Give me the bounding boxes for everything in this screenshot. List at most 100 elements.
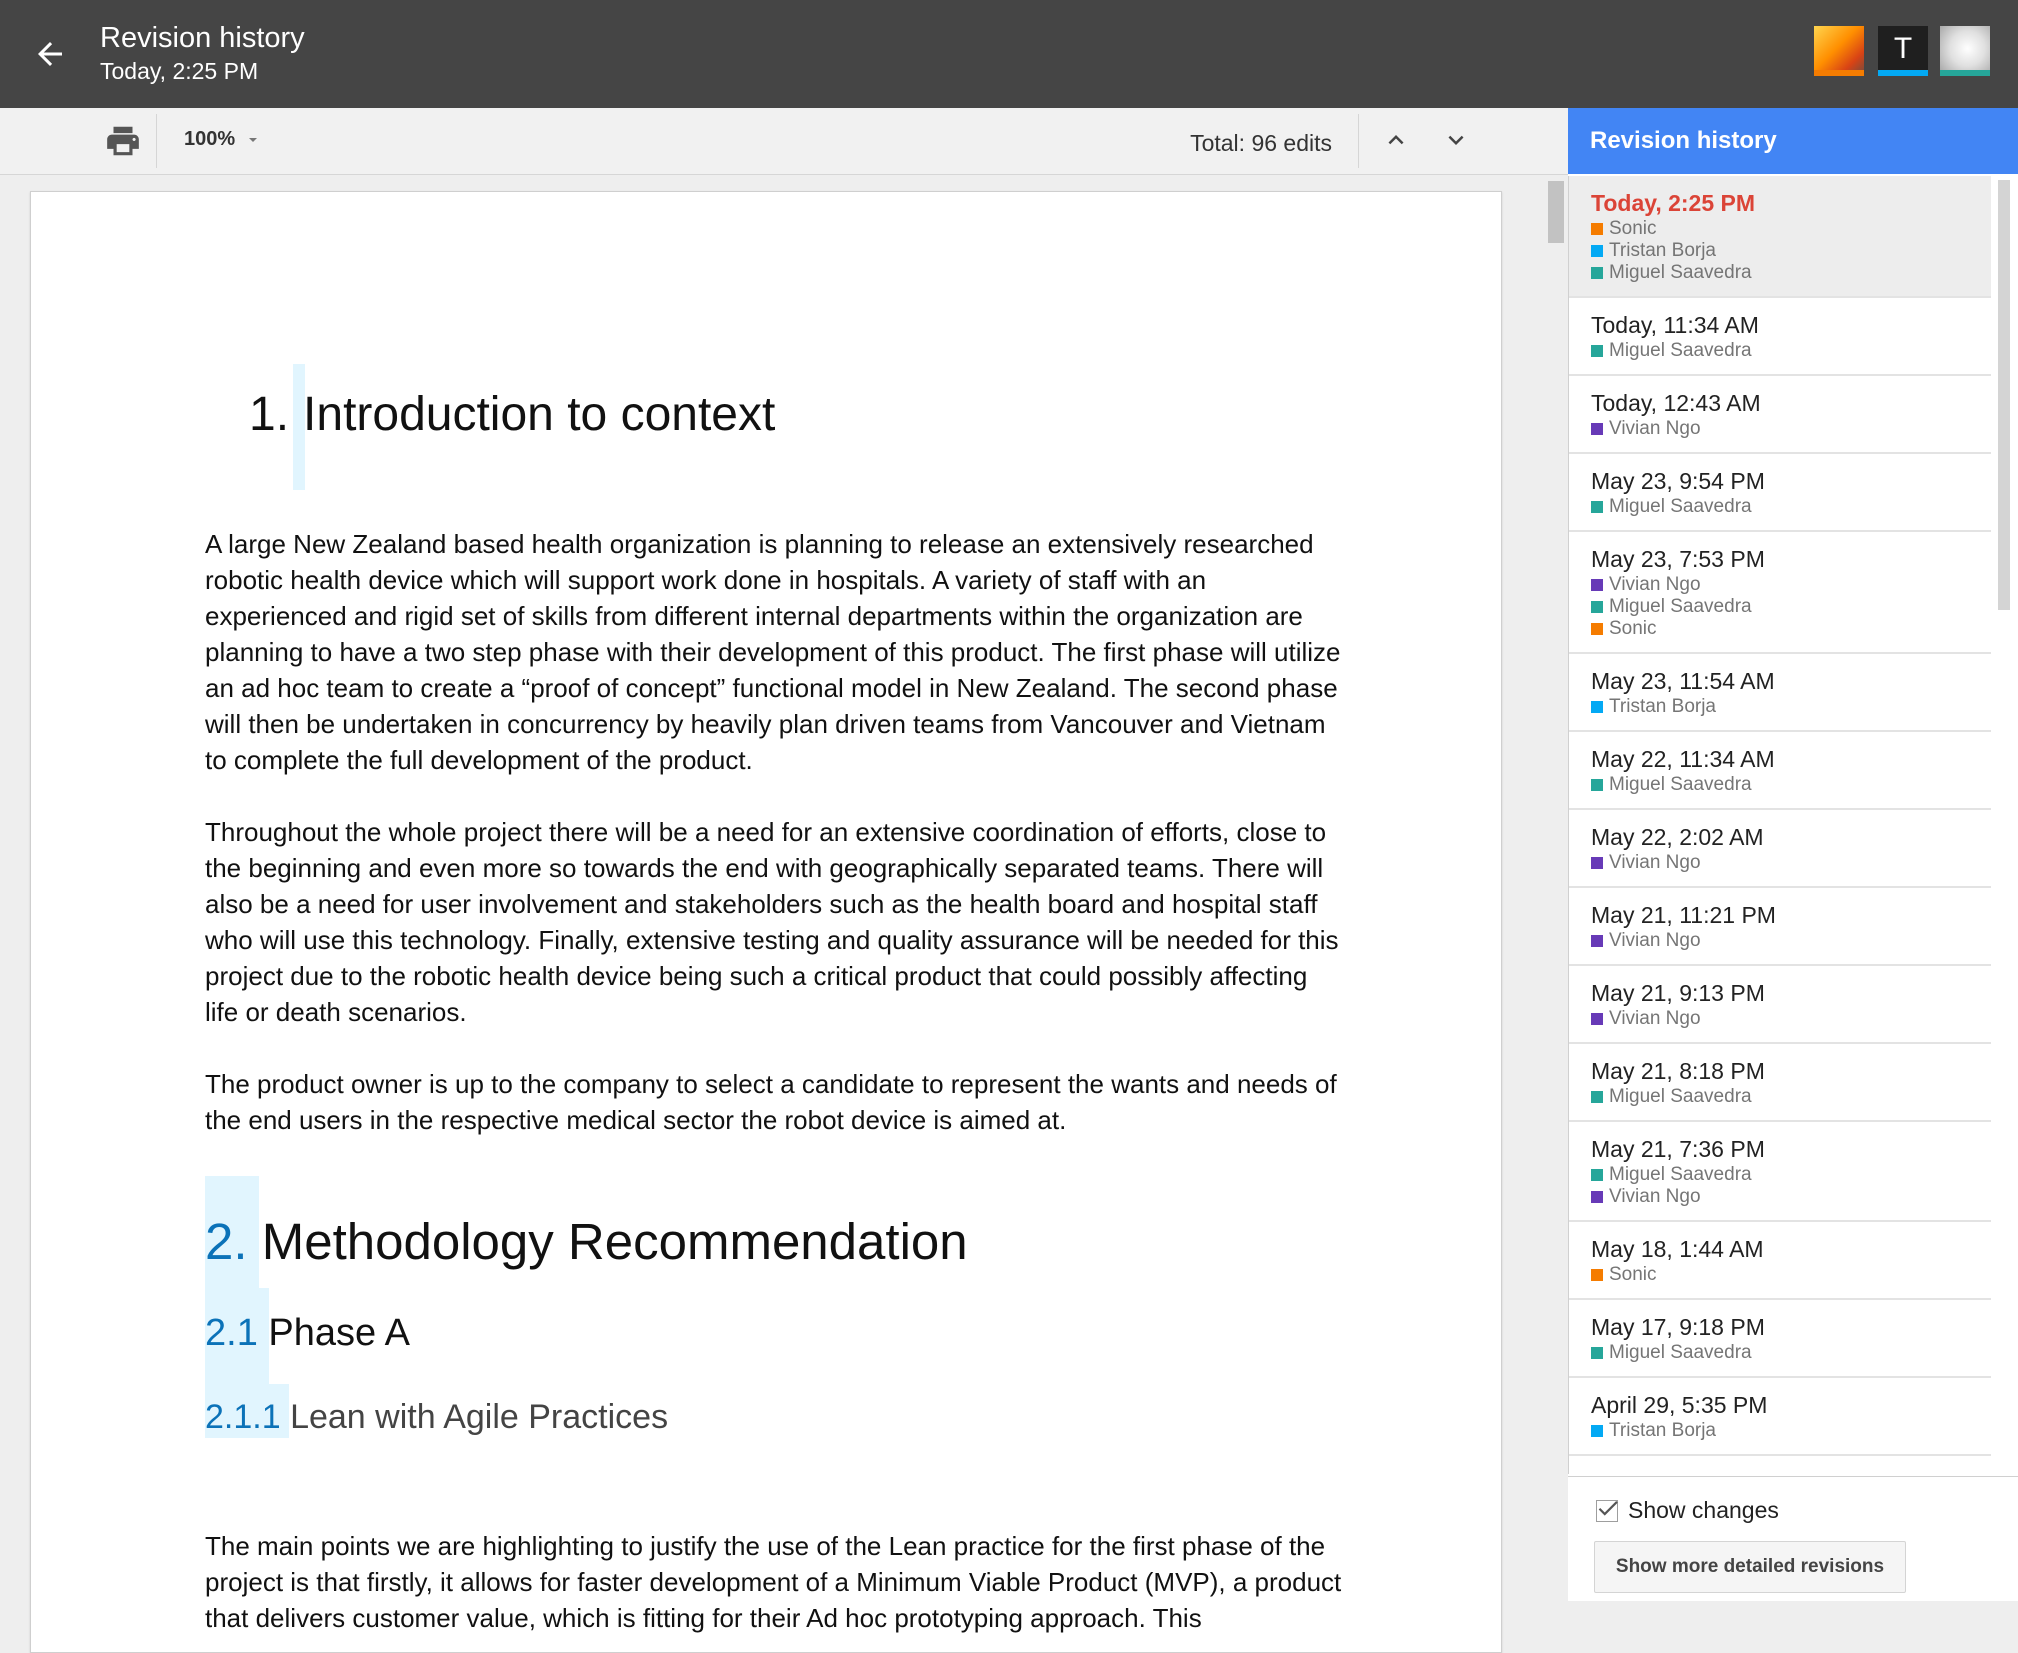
revision-panel: Revision history Today, 2:25 PM Sonic Tris… — [1568, 108, 2018, 1601]
total-edits: Total: 96 edits — [1190, 130, 1332, 156]
author-name: Tristan Borja — [1609, 1420, 1716, 1441]
author-color-swatch — [1591, 701, 1603, 713]
heading-methodology: 2. Methodology Recommendation — [205, 1212, 968, 1271]
revision-author: Miguel Saavedra — [1591, 1086, 1991, 1108]
author-color-swatch — [1591, 423, 1603, 435]
revision-time: Today, 11:34 AM — [1591, 312, 1759, 338]
author-color-swatch — [1591, 623, 1603, 635]
checkmark-icon — [1598, 1500, 1618, 1516]
chevron-down-icon — [1448, 135, 1464, 145]
heading-phase-a: 2.1 Phase A — [205, 1312, 410, 1355]
heading-number: 2. — [205, 1213, 248, 1270]
heading-number: 1. — [249, 388, 290, 441]
revision-time: Today, 2:25 PM — [1591, 190, 1756, 216]
show-changes-checkbox[interactable] — [1596, 1499, 1618, 1522]
document-scrollbar[interactable] — [1548, 181, 1564, 243]
author-name: Vivian Ngo — [1609, 1186, 1701, 1207]
panel-footer: Show changes Show more detailed revision… — [1568, 1476, 2018, 1601]
show-changes-toggle[interactable]: Show changes — [1596, 1497, 1779, 1524]
heading-text: Phase A — [268, 1312, 410, 1354]
revision-item[interactable]: May 22, 11:34 AM Miguel Saavedra — [1569, 732, 1991, 810]
back-button[interactable] — [26, 30, 74, 78]
revision-author: Vivian Ngo — [1591, 852, 1991, 874]
document-page[interactable]: 1. Introduction to context A large New Ze… — [30, 191, 1502, 1653]
revision-item[interactable]: April 29, 5:35 PM Tristan Borja — [1569, 1378, 1991, 1456]
revision-list-scrollbar[interactable] — [1998, 180, 2010, 610]
heading-text: Methodology Recommendation — [261, 1213, 968, 1270]
chevron-up-icon — [1388, 135, 1404, 145]
revision-item[interactable]: May 23, 11:54 AM Tristan Borja — [1569, 654, 1991, 732]
revision-item[interactable]: May 21, 8:18 PM Miguel Saavedra — [1569, 1044, 1991, 1122]
revision-item[interactable]: Today, 11:34 AM Miguel Saavedra — [1569, 298, 1991, 376]
author-name: Vivian Ngo — [1609, 852, 1701, 873]
previous-edit-button[interactable] — [1374, 118, 1418, 162]
author-color-swatch — [1591, 1191, 1603, 1203]
zoom-value: 100% — [184, 128, 236, 150]
revision-time: May 21, 7:36 PM — [1591, 1136, 1765, 1162]
paragraph: Throughout the whole project there will … — [205, 817, 1339, 1027]
revision-author: Miguel Saavedra — [1591, 1342, 1991, 1364]
avatar-sonic[interactable] — [1814, 26, 1864, 76]
revision-author: Tristan Borja — [1591, 1420, 1991, 1442]
revision-author: Miguel Saavedra — [1591, 496, 1991, 518]
revision-time: May 23, 7:53 PM — [1591, 546, 1765, 572]
zoom-select[interactable]: 100% — [184, 128, 258, 151]
author-color-swatch — [1591, 1269, 1603, 1281]
author-name: Miguel Saavedra — [1609, 774, 1752, 795]
author-color-swatch — [1591, 223, 1603, 235]
show-changes-label: Show changes — [1628, 1497, 1779, 1523]
revision-item[interactable]: May 18, 1:44 AM Sonic — [1569, 1222, 1991, 1300]
revision-item[interactable]: Today, 2:25 PM Sonic Tristan Borja Miguel S… — [1569, 176, 1991, 298]
print-icon — [107, 126, 139, 156]
top-header: Revision history Today, 2:25 PM T — [0, 0, 2018, 108]
revision-item[interactable]: May 21, 11:21 PM Vivian Ngo — [1569, 888, 1991, 966]
author-color-swatch — [1591, 779, 1603, 791]
revision-time: May 21, 8:18 PM — [1591, 1058, 1765, 1084]
author-color-swatch — [1591, 345, 1603, 357]
revision-time: May 18, 1:44 AM — [1591, 1236, 1764, 1262]
author-name: Miguel Saavedra — [1609, 496, 1752, 517]
document-area: 1. Introduction to context A large New Ze… — [0, 175, 1568, 1653]
revision-item[interactable]: May 23, 9:54 PM Miguel Saavedra — [1569, 454, 1991, 532]
revision-author: Miguel Saavedra — [1591, 1164, 1991, 1186]
author-color-swatch — [1591, 1013, 1603, 1025]
revision-item[interactable]: Today, 12:43 AM Vivian Ngo — [1569, 376, 1991, 454]
arrow-back-icon — [38, 42, 62, 66]
panel-title: Revision history — [1568, 108, 2018, 174]
revision-author: Sonic — [1591, 618, 1991, 640]
revision-list: Today, 2:25 PM Sonic Tristan Borja Miguel S… — [1568, 176, 1991, 1474]
avatar-miguel-saavedra[interactable] — [1940, 26, 1990, 76]
print-button[interactable] — [104, 122, 142, 160]
title-block: Revision history Today, 2:25 PM — [100, 20, 305, 86]
revision-author: Vivian Ngo — [1591, 930, 1991, 952]
author-name: Miguel Saavedra — [1609, 1164, 1752, 1185]
author-name: Tristan Borja — [1609, 240, 1716, 261]
revision-author: Vivian Ngo — [1591, 1008, 1991, 1030]
author-name: Miguel Saavedra — [1609, 262, 1752, 283]
avatar-tristan-borja[interactable]: T — [1878, 26, 1928, 76]
revision-item[interactable]: May 21, 7:36 PM Miguel Saavedra Vivian Ngo — [1569, 1122, 1991, 1222]
avatar-color-bar — [1814, 70, 1864, 76]
revision-time: April 29, 5:35 PM — [1591, 1392, 1768, 1418]
author-name: Sonic — [1609, 618, 1657, 639]
revision-item[interactable]: April 29, 3:27 PM — [1569, 1456, 1991, 1474]
revision-item[interactable]: May 23, 7:53 PM Vivian Ngo Miguel Saavedra… — [1569, 532, 1991, 654]
author-name: Vivian Ngo — [1609, 1008, 1701, 1029]
author-name: Sonic — [1609, 1264, 1657, 1285]
author-name: Miguel Saavedra — [1609, 340, 1752, 361]
author-color-swatch — [1591, 601, 1603, 613]
author-name: Vivian Ngo — [1609, 418, 1701, 439]
next-edit-button[interactable] — [1434, 118, 1478, 162]
show-detailed-revisions-button[interactable]: Show more detailed revisions — [1594, 1541, 1906, 1593]
revision-item[interactable]: May 22, 2:02 AM Vivian Ngo — [1569, 810, 1991, 888]
heading-text: Introduction to context — [303, 388, 776, 441]
revision-item[interactable]: May 17, 9:18 PM Miguel Saavedra — [1569, 1300, 1991, 1378]
author-color-swatch — [1591, 1091, 1603, 1103]
revision-item[interactable]: May 21, 9:13 PM Vivian Ngo — [1569, 966, 1991, 1044]
toolbar-divider — [156, 114, 157, 168]
author-name: Sonic — [1609, 218, 1657, 239]
paragraph: The product owner is up to the company t… — [205, 1069, 1337, 1135]
revision-author: Vivian Ngo — [1591, 418, 1991, 440]
revision-author: Miguel Saavedra — [1591, 262, 1991, 284]
heading-text: Lean with Agile Practices — [290, 1398, 669, 1436]
